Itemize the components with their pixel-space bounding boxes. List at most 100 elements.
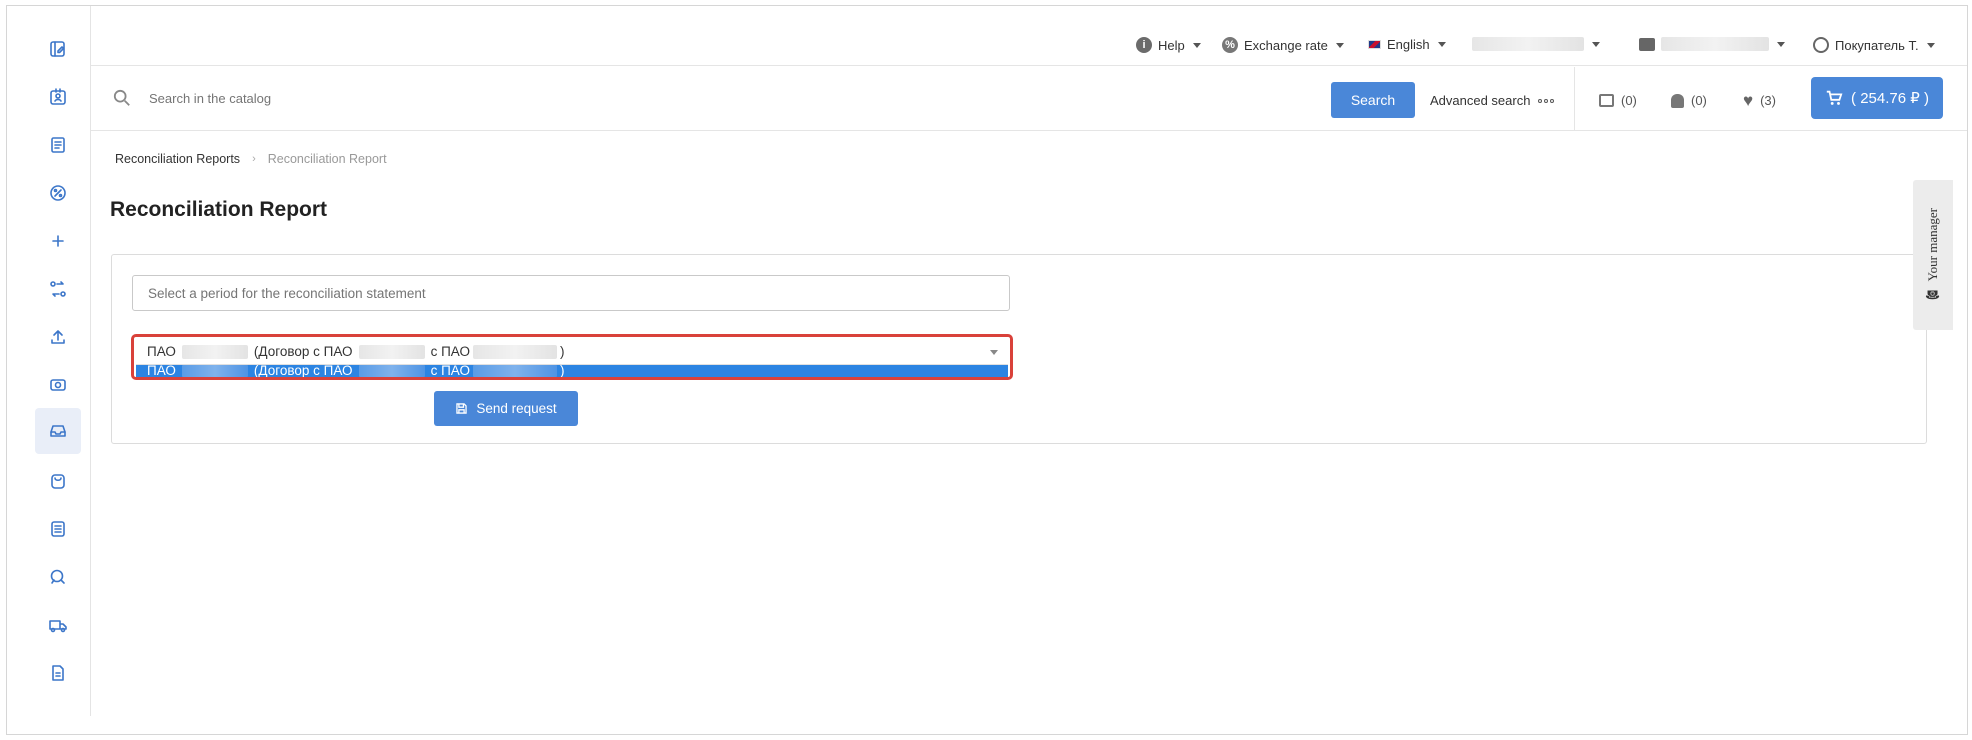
option-text-4: ) bbox=[559, 365, 565, 377]
sidebar-item-catalog[interactable] bbox=[35, 26, 81, 72]
sidebar-item-bag[interactable] bbox=[35, 458, 81, 504]
chevron-down-icon bbox=[1592, 41, 1600, 47]
sidebar-item-upload[interactable] bbox=[35, 314, 81, 360]
sidebar-item-news[interactable] bbox=[35, 506, 81, 552]
contract-text-4: ) bbox=[559, 344, 565, 359]
chevron-down-icon bbox=[990, 350, 998, 355]
info-icon: i bbox=[1136, 37, 1152, 53]
upload-icon bbox=[51, 330, 65, 344]
exchange-rate-menu[interactable]: % Exchange rate bbox=[1222, 37, 1344, 53]
contract-text-2: (Договор с ПАО bbox=[253, 344, 353, 359]
bell-icon bbox=[1671, 93, 1684, 108]
uk-flag-icon bbox=[1368, 40, 1381, 49]
sidebar-item-orders[interactable] bbox=[35, 122, 81, 168]
breadcrumb-parent-link[interactable]: Reconciliation Reports bbox=[115, 152, 240, 166]
contract-select[interactable]: ПАО (Договор с ПАО с ПАО ) bbox=[136, 339, 1008, 365]
send-request-label: Send request bbox=[476, 401, 557, 416]
advanced-search-label: Advanced search bbox=[1430, 93, 1531, 108]
money-icon bbox=[50, 379, 66, 391]
chevron-down-icon bbox=[1437, 42, 1446, 47]
search-bar: Search Advanced search (0) (0) ♥ (3) ( 2… bbox=[91, 67, 1967, 131]
partner2-redacted bbox=[472, 344, 557, 359]
notifications-count: (0) bbox=[1691, 93, 1707, 108]
advanced-search-link[interactable]: Advanced search bbox=[1430, 93, 1555, 108]
swap-icon bbox=[50, 281, 66, 297]
company-redacted bbox=[181, 365, 248, 377]
manager-label: Your manager bbox=[1925, 208, 1940, 282]
document-list-icon bbox=[51, 137, 65, 153]
option-text-2: (Договор с ПАО bbox=[253, 365, 353, 377]
sidebar bbox=[7, 6, 91, 716]
sidebar-item-support[interactable] bbox=[35, 554, 81, 600]
exchange-label: Exchange rate bbox=[1244, 37, 1328, 53]
id-badge-icon bbox=[50, 88, 66, 105]
contract-menu[interactable] bbox=[1639, 37, 1785, 51]
option-text-3: с ПАО bbox=[430, 365, 470, 377]
heart-icon: ♥ bbox=[1743, 90, 1754, 110]
favorites-count: (3) bbox=[1760, 93, 1776, 108]
notifications-counter[interactable]: (0) bbox=[1671, 93, 1707, 108]
send-request-button[interactable]: Send request bbox=[434, 391, 578, 426]
sidebar-item-exchange[interactable] bbox=[35, 266, 81, 312]
sidebar-item-delivery[interactable] bbox=[35, 602, 81, 648]
file-icon bbox=[52, 665, 64, 681]
chat-search-icon bbox=[50, 569, 65, 584]
contract-select-highlight: ПАО (Договор с ПАО с ПАО ) ПАО (Договор … bbox=[131, 334, 1013, 380]
cart-button[interactable]: ( 254.76 ₽ ) bbox=[1811, 77, 1943, 119]
contract-name-redacted bbox=[1661, 37, 1769, 51]
language-menu[interactable]: English bbox=[1368, 37, 1446, 52]
cart-icon bbox=[1826, 90, 1843, 105]
option-text-1: ПАО bbox=[147, 365, 176, 377]
company-menu[interactable] bbox=[1472, 37, 1600, 51]
app-window: i Help % Exchange rate English Покупател… bbox=[6, 5, 1968, 735]
briefcase-icon bbox=[1639, 37, 1655, 51]
breadcrumb-current: Reconciliation Report bbox=[267, 152, 387, 166]
user-label: Покупатель Т. bbox=[1835, 37, 1919, 53]
user-menu[interactable]: Покупатель Т. bbox=[1813, 37, 1935, 53]
chart-bars-icon bbox=[1599, 94, 1614, 107]
sidebar-item-payments[interactable] bbox=[35, 362, 81, 408]
chevron-down-icon bbox=[1192, 42, 1201, 48]
user-circle-icon bbox=[1813, 37, 1829, 53]
more-dots-icon bbox=[1538, 98, 1555, 103]
compare-count: (0) bbox=[1621, 93, 1637, 108]
sidebar-item-discounts[interactable] bbox=[35, 170, 81, 216]
period-input[interactable] bbox=[132, 275, 1010, 311]
search-input[interactable] bbox=[149, 91, 1249, 106]
bag-icon bbox=[51, 474, 65, 489]
sidebar-item-reports[interactable] bbox=[35, 408, 81, 454]
chevron-right-icon: › bbox=[252, 153, 256, 165]
divider bbox=[1574, 67, 1575, 131]
contract-text-3: с ПАО bbox=[430, 344, 470, 359]
sidebar-item-add[interactable] bbox=[35, 218, 81, 264]
cart-total: ( 254.76 ₽ ) bbox=[1851, 90, 1929, 107]
sidebar-item-profile[interactable] bbox=[35, 74, 81, 120]
newspaper-icon bbox=[51, 521, 65, 537]
company-name-redacted bbox=[1472, 37, 1584, 51]
partner-redacted bbox=[358, 344, 425, 359]
partner2-redacted bbox=[472, 365, 557, 377]
search-icon bbox=[113, 89, 130, 106]
phone-icon: ☎ bbox=[1925, 287, 1940, 302]
percent-icon bbox=[50, 185, 66, 201]
language-label: English bbox=[1387, 37, 1430, 52]
inbox-icon bbox=[50, 425, 66, 437]
favorites-counter[interactable]: ♥ (3) bbox=[1743, 90, 1776, 110]
help-label: Help bbox=[1158, 37, 1185, 53]
your-manager-tab[interactable]: ☎ Your manager bbox=[1913, 180, 1953, 330]
plus-icon bbox=[52, 235, 64, 247]
chevron-down-icon bbox=[1777, 41, 1785, 47]
report-form-card: ПАО (Договор с ПАО с ПАО ) ПАО (Договор … bbox=[111, 254, 1927, 444]
breadcrumb: Reconciliation Reports › Reconciliation … bbox=[115, 152, 387, 166]
contract-option-selected[interactable]: ПАО (Договор с ПАО с ПАО ) bbox=[136, 365, 1008, 377]
contract-text-1: ПАО bbox=[147, 344, 176, 359]
top-header: i Help % Exchange rate English Покупател… bbox=[91, 6, 1967, 66]
chevron-down-icon bbox=[1926, 42, 1935, 48]
chevron-down-icon bbox=[1335, 42, 1344, 48]
help-menu[interactable]: i Help bbox=[1136, 37, 1201, 53]
compare-counter[interactable]: (0) bbox=[1599, 93, 1637, 108]
percent-badge-icon: % bbox=[1222, 37, 1238, 53]
sidebar-item-documents[interactable] bbox=[35, 650, 81, 696]
search-button[interactable]: Search bbox=[1331, 82, 1415, 118]
truck-icon bbox=[49, 620, 67, 633]
